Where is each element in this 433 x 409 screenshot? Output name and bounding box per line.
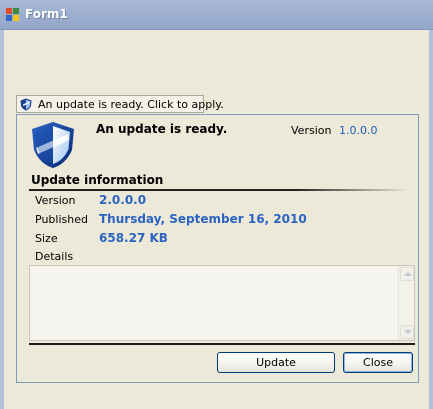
update-notification[interactable]: An update is ready. Click to apply. [16, 95, 224, 113]
size-label: Size [35, 232, 58, 245]
app-icon [6, 8, 19, 21]
main-window: Form1 An update is ready. Click to apply… [0, 0, 433, 409]
bottom-divider [29, 343, 415, 345]
notification-text: An update is ready. Click to apply. [38, 98, 224, 111]
shield-icon [20, 98, 32, 111]
chevron-up-icon [404, 272, 412, 276]
close-button[interactable]: Close [343, 352, 413, 373]
section-title: Update information [31, 173, 164, 187]
chevron-down-icon [404, 330, 412, 334]
window-title: Form1 [25, 7, 68, 21]
scroll-down-button[interactable] [400, 325, 414, 339]
version-value: 2.0.0.0 [99, 193, 147, 207]
details-textarea[interactable] [29, 265, 415, 341]
size-value: 658.27 KB [99, 231, 168, 245]
section-divider [29, 189, 409, 191]
published-value: Thursday, September 16, 2010 [99, 212, 307, 226]
current-version-value: 1.0.0.0 [339, 124, 378, 137]
current-version-label: Version [291, 124, 332, 137]
published-label: Published [35, 213, 88, 226]
update-headline: An update is ready. [96, 122, 228, 136]
update-panel: An update is ready. Version 1.0.0.0 Upda… [16, 114, 419, 383]
window-frame-right [429, 30, 433, 409]
details-label: Details [35, 250, 74, 263]
update-button[interactable]: Update [217, 352, 335, 373]
details-scrollbar[interactable] [398, 266, 414, 340]
version-label: Version [35, 194, 76, 207]
title-bar[interactable]: Form1 [0, 0, 433, 30]
scroll-up-button[interactable] [400, 267, 414, 281]
shield-icon [32, 122, 74, 168]
window-frame-left [0, 30, 4, 409]
